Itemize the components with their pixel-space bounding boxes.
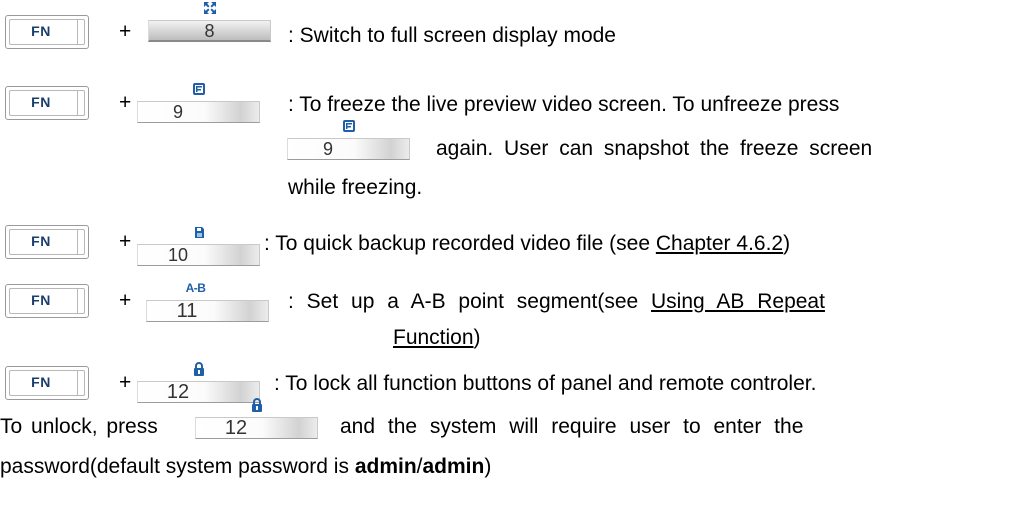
row1-description: : Switch to full screen display mode	[288, 24, 616, 47]
number-key-label: 10	[167, 245, 189, 265]
default-password: admin	[422, 455, 485, 478]
fn-key-label: FN	[31, 233, 51, 249]
plus-sign: +	[119, 230, 132, 253]
row4-description: : Set up a A-B point segment(see Using A…	[288, 289, 825, 315]
plus-sign: +	[119, 289, 132, 312]
freeze-icon	[287, 118, 410, 134]
row5-description-line2-pre: To unlock, press	[0, 415, 158, 438]
ab-repeat-link-cont[interactable]: Function	[393, 326, 474, 349]
fn-key: FN	[5, 284, 89, 318]
row4-text: : Set up a A-B point segment(see	[288, 290, 652, 313]
password-text-end: )	[484, 455, 492, 478]
fullscreen-icon	[148, 0, 271, 16]
row3-description: : To quick backup recorded video file (s…	[264, 231, 790, 257]
plus-sign: +	[119, 91, 132, 114]
row2-description-line1: : To freeze the live preview video scree…	[288, 93, 840, 116]
fn-key: FN	[5, 366, 89, 400]
number-key-8: 8	[148, 0, 271, 42]
fn-key-label: FN	[31, 94, 51, 110]
row5-description-line3: password(default system password is admi…	[0, 454, 491, 480]
row4-text-end: )	[473, 326, 481, 349]
plus-sign: +	[119, 20, 132, 43]
fn-key-label: FN	[31, 292, 51, 308]
ab-icon-text: A-B	[185, 281, 206, 295]
number-key-label: 9	[172, 102, 183, 122]
default-username: admin	[354, 455, 417, 478]
row4-description-line2: Function)	[393, 325, 481, 351]
row3-text-end: )	[783, 232, 791, 255]
number-key-label: 8	[204, 21, 215, 41]
number-key-11: A-B 11	[146, 280, 269, 322]
freeze-icon	[137, 81, 260, 97]
number-key-label: 9	[322, 139, 333, 159]
plus-sign: +	[119, 371, 132, 394]
number-key-9-inline: 9	[287, 118, 410, 160]
number-key-label: 11	[176, 300, 198, 322]
fn-key: FN	[5, 15, 89, 49]
fn-key-label: FN	[31, 374, 51, 390]
number-key-label: 12	[224, 417, 248, 439]
row2-description-line2: again. User can snapshot the freeze scre…	[436, 137, 873, 160]
row5-description-line1: : To lock all function buttons of panel …	[274, 372, 817, 395]
number-key-10: 10	[137, 224, 260, 266]
lock-icon	[137, 361, 260, 377]
lock-icon	[195, 397, 318, 413]
number-key-12-inline: 12	[195, 397, 318, 439]
number-key-9: 9	[137, 81, 260, 123]
row3-text: : To quick backup recorded video file (s…	[264, 232, 656, 255]
fn-key-label: FN	[31, 23, 51, 39]
chapter-link[interactable]: Chapter 4.6.2	[656, 232, 783, 255]
fn-key: FN	[5, 225, 89, 259]
ab-repeat-icon: A-B	[134, 280, 257, 296]
ab-repeat-link[interactable]: Using AB Repeat	[651, 290, 825, 313]
row5-description-line2-post: and the system will require user to ente…	[340, 415, 804, 438]
fn-key: FN	[5, 86, 89, 120]
document-page: FN + 8 : Switch to full screen display m…	[0, 0, 1011, 508]
password-text: password(default system password is	[0, 455, 355, 478]
row2-description-line3: while freezing.	[288, 176, 423, 199]
backup-icon	[137, 224, 260, 240]
